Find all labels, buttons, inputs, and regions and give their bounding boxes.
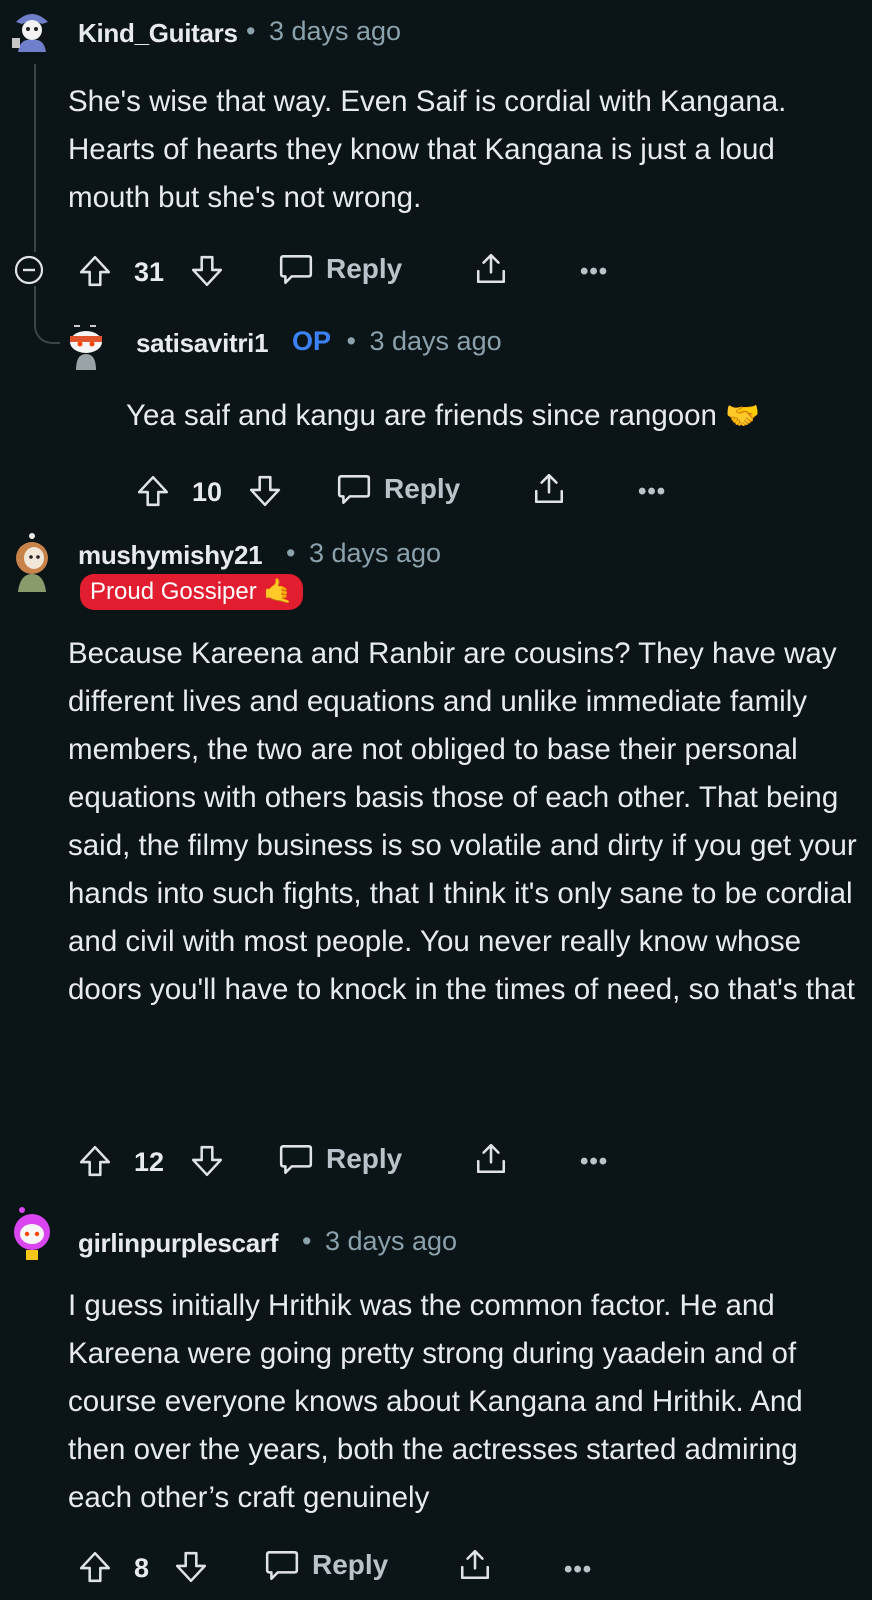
reply-label: Reply (326, 253, 403, 284)
downvote-button[interactable] (190, 1144, 224, 1178)
share-icon (532, 472, 566, 506)
upvote-icon (78, 1144, 112, 1178)
share-button[interactable] (474, 1142, 508, 1176)
vote-count: 8 (134, 1553, 150, 1583)
timestamp: 3 days ago (308, 538, 442, 568)
downvote-icon (174, 1550, 208, 1584)
share-button[interactable] (532, 472, 566, 506)
downvote-icon (190, 1144, 224, 1178)
downvote-button[interactable] (174, 1550, 208, 1584)
comment-meta: OP • 3 days ago (292, 326, 502, 357)
collapse-icon (14, 255, 44, 285)
timestamp: 3 days ago (324, 1226, 458, 1256)
thread-line (34, 64, 36, 252)
timestamp: 3 days ago (268, 16, 402, 46)
flair-emoji: 🤙 (263, 578, 294, 605)
reply-button[interactable]: Reply (336, 472, 460, 506)
upvote-icon (78, 1550, 112, 1584)
comment-body: Because Kareena and Ranbir are cousins? … (68, 637, 857, 1006)
flair-text: Proud Gossiper (90, 578, 257, 605)
reply-label: Reply (384, 473, 461, 504)
avatar[interactable] (8, 530, 56, 592)
comment-meta: • 3 days ago (286, 538, 441, 569)
timestamp: 3 days ago (369, 326, 502, 356)
reply-button[interactable]: Reply (278, 252, 402, 286)
upvote-icon (136, 474, 170, 508)
more-options-button[interactable]: ••• (564, 1556, 592, 1584)
comment-body: I guess initially Hrithik was the common… (68, 1289, 803, 1514)
share-icon (474, 1142, 508, 1176)
username[interactable]: satisavitri1 (136, 328, 269, 359)
downvote-button[interactable] (190, 254, 224, 288)
comment-body: She's wise that way. Even Saif is cordia… (68, 85, 787, 214)
comment-icon (278, 252, 314, 286)
share-icon (474, 252, 508, 286)
username[interactable]: girlinpurplescarf (78, 1228, 278, 1259)
comment-text: Yea saif and kangu are friends since ran… (126, 399, 717, 432)
username[interactable]: Kind_Guitars (78, 18, 238, 49)
comment-icon (264, 1548, 300, 1582)
vote-count: 10 (192, 477, 223, 507)
comment-body: Yea saif and kangu are friends since ran… (126, 392, 856, 440)
downvote-icon (190, 254, 224, 288)
separator-dot: • (246, 16, 256, 46)
comment-meta: • 3 days ago (246, 16, 401, 47)
avatar[interactable] (8, 8, 56, 56)
upvote-button[interactable] (78, 1550, 112, 1584)
upvote-icon (78, 254, 112, 288)
op-badge: OP (292, 326, 332, 356)
separator-dot: • (302, 1226, 312, 1256)
username[interactable]: mushymishy21 (78, 540, 263, 571)
separator-dot: • (286, 538, 296, 568)
upvote-button[interactable] (78, 254, 112, 288)
comment-icon (278, 1142, 314, 1176)
collapse-button[interactable] (14, 255, 44, 285)
thread-branch (34, 300, 60, 344)
more-options-button[interactable]: ••• (580, 258, 608, 286)
user-flair: Proud Gossiper 🤙 (80, 574, 304, 610)
upvote-button[interactable] (136, 474, 170, 508)
reply-label: Reply (312, 1549, 389, 1580)
comment-meta: • 3 days ago (302, 1226, 457, 1257)
upvote-button[interactable] (78, 1144, 112, 1178)
handshake-emoji: 🤝 (725, 400, 761, 431)
reply-button[interactable]: Reply (264, 1548, 388, 1582)
reply-button[interactable]: Reply (278, 1142, 402, 1176)
downvote-button[interactable] (248, 474, 282, 508)
more-options-button[interactable]: ••• (638, 478, 666, 506)
vote-count: 31 (134, 257, 165, 287)
downvote-icon (248, 474, 282, 508)
avatar[interactable] (8, 1206, 56, 1260)
comment-icon (336, 472, 372, 506)
vote-count: 12 (134, 1147, 165, 1177)
more-options-button[interactable]: ••• (580, 1148, 608, 1176)
avatar[interactable] (62, 320, 110, 370)
share-icon (458, 1548, 492, 1582)
share-button[interactable] (458, 1548, 492, 1582)
separator-dot: • (346, 326, 356, 356)
share-button[interactable] (474, 252, 508, 286)
reply-label: Reply (326, 1143, 403, 1174)
